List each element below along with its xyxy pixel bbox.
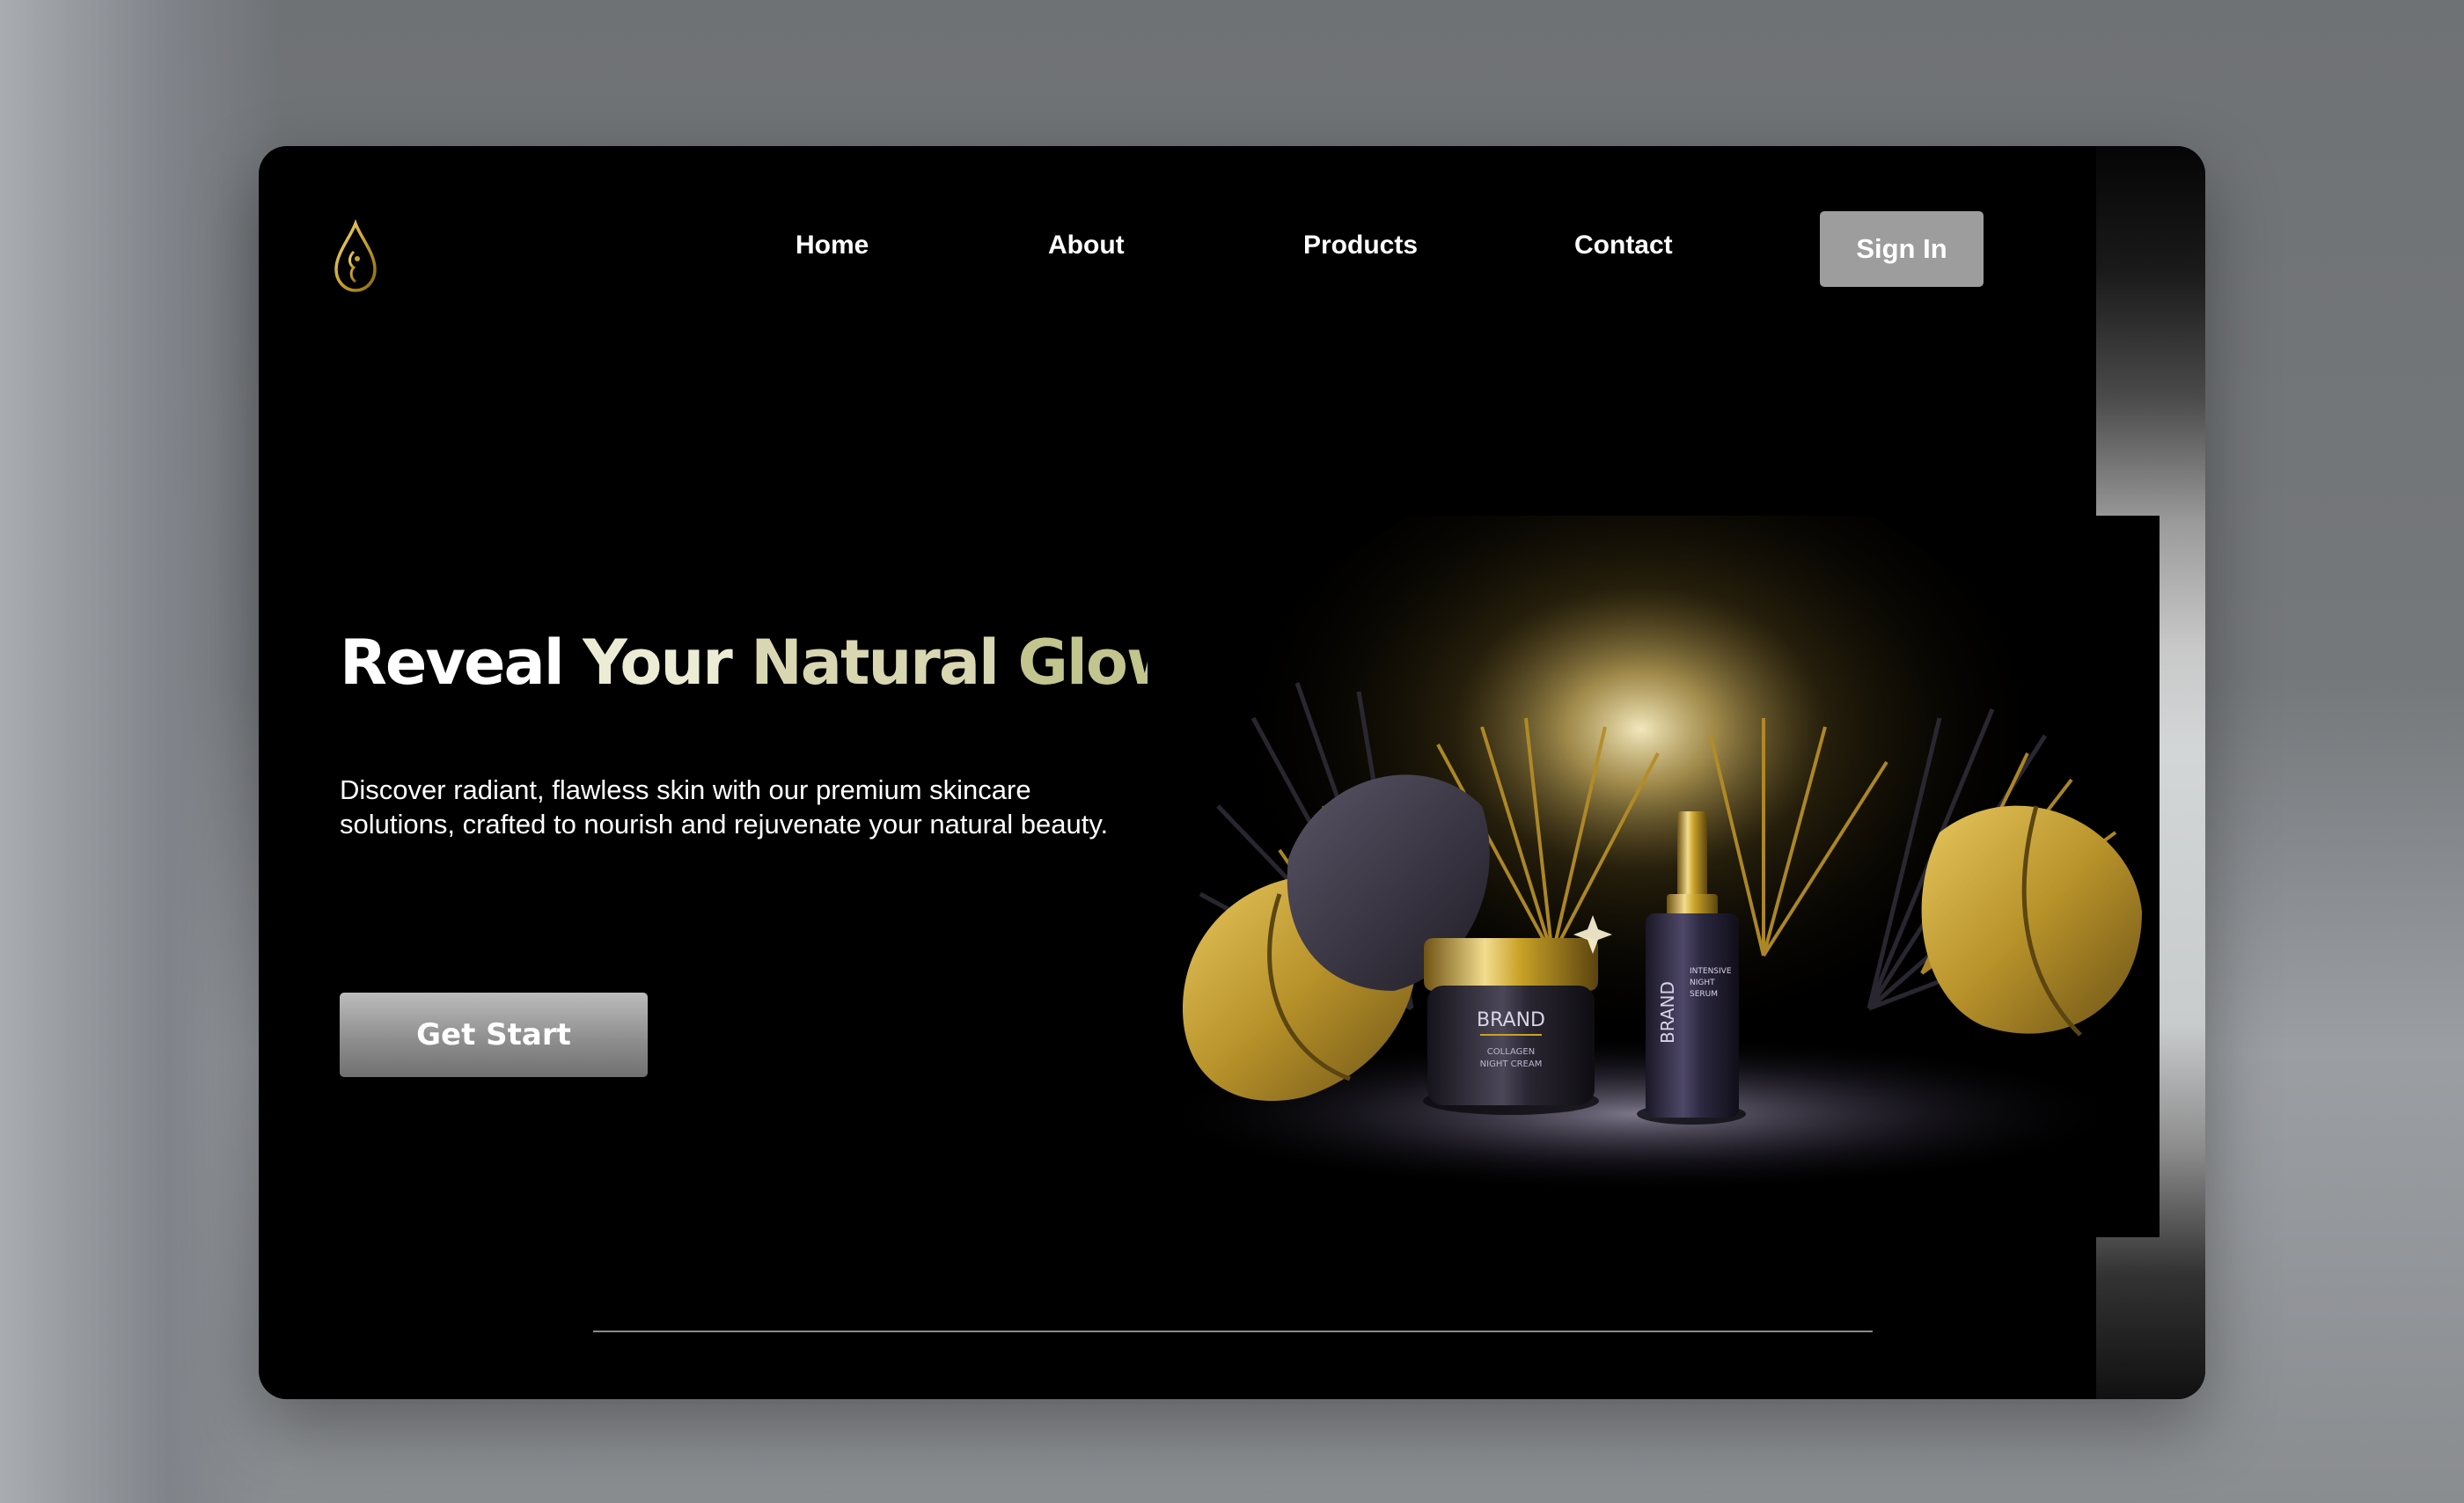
browser-window: Home About Products Contact Sign In Reve… — [259, 146, 2205, 1399]
svg-text:SERUM: SERUM — [1690, 990, 1718, 999]
svg-text:NIGHT CREAM: NIGHT CREAM — [1480, 1059, 1543, 1069]
drop-face-logo-icon — [334, 219, 377, 292]
get-start-button[interactable]: Get Start — [340, 993, 648, 1077]
svg-text:BRAND: BRAND — [1657, 981, 1678, 1044]
nav-contact[interactable]: Contact — [1574, 231, 1673, 260]
headline-word: Natural — [751, 627, 1000, 699]
svg-text:COLLAGEN: COLLAGEN — [1487, 1047, 1535, 1057]
headline-word: Your — [583, 627, 733, 699]
brand-logo[interactable] — [315, 216, 396, 297]
footer-divider — [593, 1331, 1873, 1332]
hero-headline: Reveal Your Natural Glow — [340, 627, 1184, 699]
backdrop-gradient — [0, 0, 282, 1503]
product-hero-image: BRAND COLLAGEN NIGHT CREAM BRAND INTENSI… — [1148, 516, 2160, 1237]
svg-text:NIGHT: NIGHT — [1690, 979, 1715, 987]
svg-text:INTENSIVE: INTENSIVE — [1690, 967, 1732, 976]
hero-description: Discover radiant, flawless skin with our… — [340, 774, 1109, 839]
nav-about[interactable]: About — [1048, 231, 1125, 260]
headline-word: Reveal — [340, 627, 565, 699]
svg-text:BRAND: BRAND — [1477, 1009, 1545, 1031]
nav-products[interactable]: Products — [1303, 231, 1418, 260]
nav-home[interactable]: Home — [796, 231, 869, 260]
sign-in-button[interactable]: Sign In — [1820, 211, 1984, 287]
